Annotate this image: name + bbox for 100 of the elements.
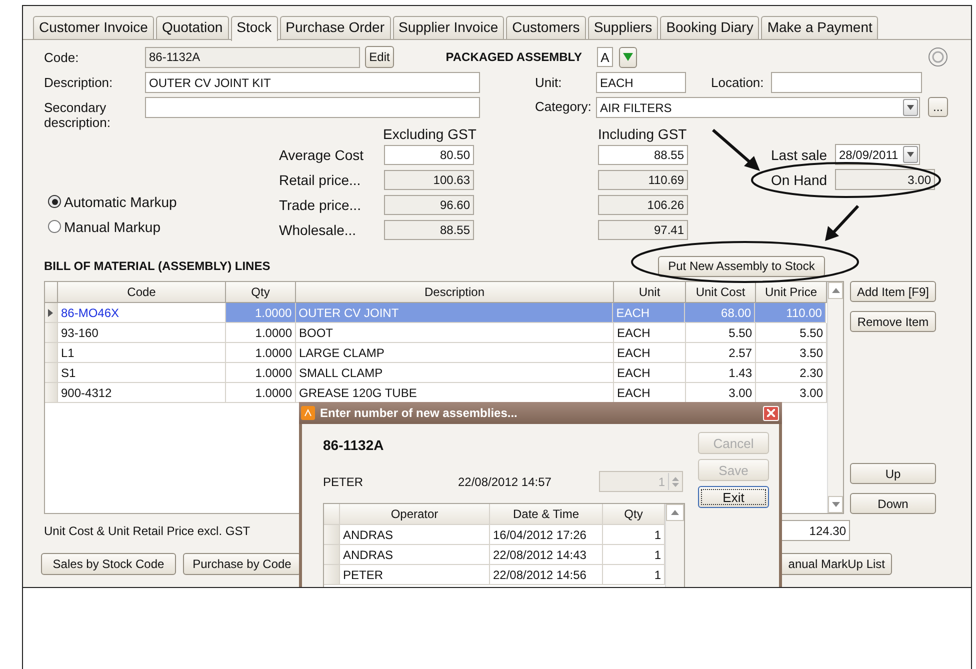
radio-button[interactable]: Manual Markup — [48, 218, 160, 234]
table-cell: 93-160 — [58, 323, 226, 343]
total-field[interactable]: 124.30 — [780, 520, 850, 541]
scrollbar[interactable] — [827, 282, 843, 513]
field-label: Location: — [711, 75, 765, 90]
on-hand-field[interactable]: 3.00 — [835, 169, 935, 190]
field-label: On Hand — [771, 172, 828, 188]
arrow — [712, 128, 760, 171]
table-cell: 86-MO46X — [58, 303, 226, 323]
column-header[interactable]: Code — [58, 282, 226, 303]
header-corner — [324, 504, 340, 525]
close-icon — [767, 409, 775, 417]
column-header[interactable]: Qty — [226, 282, 296, 303]
up-arrow-icon — [832, 288, 840, 293]
table-row[interactable]: 86-MO46X 1.0000 OUTER CV JOINT EACH 68.00 110.00 — [45, 303, 827, 323]
price-field[interactable]: 97.41 — [598, 220, 688, 240]
more-button[interactable]: ... — [928, 97, 948, 117]
table-cell: 68.00 — [685, 303, 756, 323]
price-label: Average Cost — [279, 146, 365, 162]
report-button[interactable]: Sales by Stock Code — [41, 553, 176, 575]
table-cell: 22/08/2012 14:56 — [490, 565, 603, 585]
type-menu-button[interactable] — [619, 46, 637, 68]
date-dropdown[interactable]: 28/09/2011 — [835, 144, 920, 165]
row-pointer-icon — [48, 308, 54, 316]
table-cell: SMALL CLAMP — [296, 363, 614, 383]
unit-field[interactable]: EACH — [596, 72, 686, 93]
report-button[interactable]: Purchase by Code — [183, 553, 301, 575]
column-header[interactable]: Date & Time — [490, 504, 603, 525]
circle-icon[interactable] — [928, 47, 948, 67]
secondary-description-field[interactable] — [145, 97, 480, 118]
side-button[interactable]: Remove Item — [850, 311, 936, 332]
move-button[interactable]: Up — [850, 463, 936, 484]
table-cell: ANDRAS — [340, 545, 490, 565]
put-assembly-button[interactable]: Put New Assembly to Stock — [658, 256, 825, 276]
column-header[interactable]: Description — [296, 282, 614, 303]
dialog-button[interactable]: Exit — [698, 486, 769, 508]
timestamp: 22/08/2012 14:57 — [458, 474, 552, 488]
edit-button[interactable]: Edit — [365, 46, 394, 68]
app-icon — [301, 406, 315, 420]
move-button[interactable]: Down — [850, 493, 936, 514]
field-label: Description: — [44, 75, 114, 90]
tab[interactable]: Make a Payment — [761, 16, 878, 39]
price-field[interactable]: 80.50 — [384, 145, 474, 165]
radio-indicator[interactable] — [48, 195, 61, 208]
close-button[interactable] — [763, 406, 779, 420]
up-arrow-icon — [672, 476, 679, 480]
price-field[interactable]: 88.55 — [598, 145, 688, 165]
table-cell: ANDRAS — [340, 525, 490, 545]
table-cell: 1.0000 — [226, 383, 296, 403]
column-header: Including GST — [598, 126, 688, 142]
tab[interactable]: Booking Diary — [660, 16, 760, 39]
location-field[interactable] — [771, 72, 922, 93]
tab[interactable]: Stock — [230, 16, 278, 41]
column-header[interactable]: Operator — [340, 504, 490, 525]
radio-button[interactable]: Automatic Markup — [48, 194, 177, 210]
tab[interactable]: Customer Invoice — [33, 16, 154, 39]
tab[interactable]: Supplier Invoice — [392, 16, 504, 39]
table-cell: OUTER CV JOINT — [296, 303, 614, 323]
price-field[interactable]: 110.69 — [598, 170, 688, 190]
radio-indicator[interactable] — [48, 220, 61, 233]
table-row[interactable]: S1 1.0000 SMALL CLAMP EACH 1.43 2.30 — [45, 363, 827, 383]
table-cell: 1.0000 — [226, 323, 296, 343]
row-header[interactable] — [45, 303, 58, 323]
price-field[interactable]: 100.63 — [384, 170, 474, 190]
table-row[interactable]: 93-160 1.0000 BOOT EACH 5.50 5.50 — [45, 323, 827, 343]
price-field[interactable]: 106.26 — [598, 195, 688, 215]
tab[interactable]: Customers — [506, 16, 586, 39]
description-field[interactable]: OUTER CV JOINT KIT — [145, 72, 480, 93]
price-field[interactable]: 96.60 — [384, 195, 474, 215]
type-code-field[interactable]: A — [597, 47, 613, 67]
scrollbar[interactable] — [665, 504, 684, 587]
code-field[interactable]: 86-1132A — [145, 46, 360, 68]
price-label: Trade price... — [279, 196, 362, 212]
down-arrow-icon — [832, 502, 840, 507]
table-cell: S1 — [58, 363, 226, 383]
column-header[interactable]: Unit Cost — [686, 282, 756, 303]
field-label: Code: — [44, 50, 80, 64]
category-dropdown[interactable]: AIR FILTERS — [596, 97, 920, 118]
table-cell: 16/04/2012 17:26 — [490, 525, 603, 545]
table-cell: 22/08/2012 14:43 — [490, 545, 603, 565]
tab[interactable]: Quotation — [156, 16, 229, 39]
section-title: BILL OF MATERIAL (ASSEMBLY) LINES — [44, 259, 270, 273]
column-header[interactable]: Qty — [603, 504, 665, 525]
table-row[interactable]: L1 1.0000 LARGE CLAMP EACH 2.57 3.50 — [45, 343, 827, 363]
tab[interactable]: Purchase Order — [280, 16, 390, 39]
field-label: Unit: — [535, 75, 563, 90]
up-arrow-icon — [671, 510, 680, 515]
column-header: Excluding GST — [383, 126, 478, 142]
table-cell: 900-4312 — [58, 383, 226, 403]
side-button[interactable]: Add Item [F9] — [850, 281, 936, 302]
price-field[interactable]: 88.55 — [384, 220, 474, 240]
column-header[interactable]: Unit Price — [756, 282, 827, 303]
tab[interactable]: Suppliers — [588, 16, 658, 39]
table-cell: 1.0000 — [226, 343, 296, 363]
table-cell: BOOT — [296, 323, 614, 343]
table-cell: 1.0000 — [226, 363, 296, 383]
arrow — [825, 204, 860, 241]
price-label: Wholesale... — [279, 222, 358, 238]
table-cell: EACH — [614, 343, 686, 363]
column-header[interactable]: Unit — [614, 282, 686, 303]
